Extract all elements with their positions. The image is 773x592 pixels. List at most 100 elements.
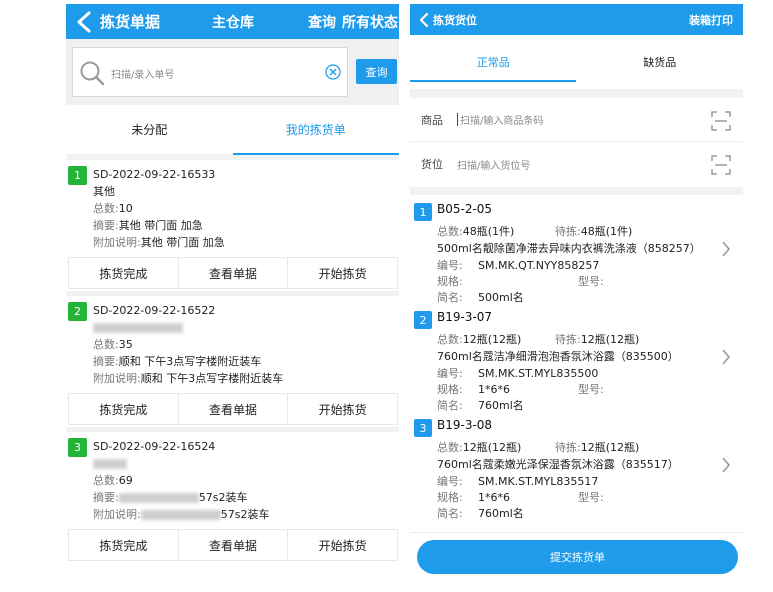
order-customer-redacted <box>93 455 399 472</box>
product-spec: 1*6*6 <box>478 491 510 504</box>
view-order-button[interactable]: 查看单据 <box>177 394 288 424</box>
spec-label: 规格: <box>437 275 463 288</box>
order-actions: 拣货完成 查看单据 开始拣货 <box>68 257 399 289</box>
order-index-badge: 2 <box>68 302 87 321</box>
order-total: 10 <box>118 202 133 215</box>
submit-picking-button[interactable]: 提交拣货单 <box>417 540 738 574</box>
order-id: SD-2022-09-22-16524 <box>93 440 216 453</box>
start-picking-button[interactable]: 开始拣货 <box>287 530 399 560</box>
location-list: 1 B05-2-05 总数:48瓶(1件) 待拣:48瓶(1件) 500ml名靓… <box>410 187 743 520</box>
product-short-name: 760ml名 <box>478 507 524 520</box>
code-label: 编号: <box>437 259 463 272</box>
tab-out-of-stock[interactable]: 缺货品 <box>577 35 744 89</box>
item-index-badge: 3 <box>414 419 432 437</box>
total-label: 总数: <box>437 333 463 346</box>
view-order-button[interactable]: 查看单据 <box>177 530 288 560</box>
location-item[interactable]: 3 B19-3-08 总数:12瓶(12瓶) 待拣:12瓶(12瓶) 760ml… <box>410 411 743 520</box>
product-label: 商品 <box>421 113 443 127</box>
note-label: 附加说明: <box>93 508 141 521</box>
item-index-badge: 2 <box>414 311 432 329</box>
item-total: 48瓶(1件) <box>462 225 515 238</box>
back-arrow-icon[interactable] <box>417 12 431 28</box>
order-summary: 其他 带门面 加急 <box>118 219 203 232</box>
view-order-button[interactable]: 查看单据 <box>177 258 288 288</box>
redacted-text <box>93 459 127 469</box>
warehouse-selector[interactable]: 主仓库 <box>212 12 254 32</box>
chevron-right-icon <box>722 349 731 365</box>
pending-label: 待拣: <box>555 333 581 346</box>
picking-orders-screen: 拣货单据 主仓库 查询 所有状态 扫描/录入单号 查询 未分配 我的拣货单 1 … <box>66 4 399 592</box>
back-arrow-icon[interactable] <box>74 11 96 33</box>
location-item[interactable]: 2 B19-3-07 总数:12瓶(12瓶) 待拣:12瓶(12瓶) 760ml… <box>410 303 743 412</box>
product-name: 760ml名蔻柔嫩光泽保湿香氛沐浴露（835517） <box>437 458 679 471</box>
order-id: SD-2022-09-22-16522 <box>93 304 216 317</box>
tab-unassigned[interactable]: 未分配 <box>66 105 233 154</box>
start-picking-button[interactable]: 开始拣货 <box>287 258 399 288</box>
short-name-label: 简名: <box>437 507 463 520</box>
redacted-text <box>118 493 199 503</box>
pending-label: 待拣: <box>555 441 581 454</box>
order-index-badge: 3 <box>68 438 87 457</box>
location-label: 货位 <box>421 158 443 171</box>
redacted-text <box>93 323 183 333</box>
product-scan-field: 商品 扫描/输入商品条码 <box>410 98 743 142</box>
query-button[interactable]: 查询 <box>308 12 336 32</box>
location-code: B19-3-07 <box>437 310 493 324</box>
page-title: 拣货货位 <box>433 13 477 27</box>
product-name: 760ml名蔻洁净细滑泡泡香氛沐浴露（835500） <box>437 350 679 363</box>
redacted-text <box>140 510 221 520</box>
item-pending: 12瓶(12瓶) <box>580 441 640 454</box>
note-label: 附加说明: <box>93 372 141 385</box>
order-summary: 顺和 下午3点写字楼附近装车 <box>118 355 262 368</box>
order-card: 3 SD-2022-09-22-16524 总数:69 摘要: 57s2装车 附加… <box>66 427 399 561</box>
scan-icon[interactable] <box>711 155 731 175</box>
item-total: 12瓶(12瓶) <box>462 441 522 454</box>
start-picking-button[interactable]: 开始拣货 <box>287 394 399 424</box>
left-header: 拣货单据 主仓库 查询 所有状态 <box>66 4 399 39</box>
clear-icon[interactable] <box>325 64 341 80</box>
goods-tabs: 正常品 缺货品 <box>410 35 743 89</box>
chevron-right-icon <box>722 457 731 473</box>
order-total: 35 <box>118 338 133 351</box>
order-actions: 拣货完成 查看单据 开始拣货 <box>68 393 399 425</box>
order-customer-redacted <box>93 319 399 336</box>
total-label: 总数: <box>93 474 119 487</box>
location-input[interactable]: 扫描/输入货位号 <box>457 157 530 172</box>
total-label: 总数: <box>93 202 119 215</box>
search-input[interactable]: 扫描/录入单号 <box>72 47 348 97</box>
location-item[interactable]: 1 B05-2-05 总数:48瓶(1件) 待拣:48瓶(1件) 500ml名靓… <box>410 195 743 304</box>
picking-complete-button[interactable]: 拣货完成 <box>68 530 178 560</box>
product-name: 500ml名靓除菌净滞去异味内衣裤洗涤液（858257） <box>437 242 701 255</box>
active-tab-indicator <box>410 80 576 82</box>
submit-bar: 提交拣货单 <box>410 532 743 592</box>
order-note: 其他 带门面 加急 <box>140 236 225 249</box>
text-cursor <box>457 113 458 126</box>
summary-label: 摘要: <box>93 491 119 504</box>
picking-complete-button[interactable]: 拣货完成 <box>68 394 178 424</box>
order-card: 2 SD-2022-09-22-16522 总数:35 摘要:顺和 下午3点写字… <box>66 291 399 425</box>
page-title: 拣货单据 <box>100 13 161 31</box>
scan-icon[interactable] <box>711 111 731 131</box>
tab-my-orders[interactable]: 我的拣货单 <box>233 105 400 154</box>
status-filter[interactable]: 所有状态 <box>342 12 398 32</box>
product-barcode-input[interactable]: 扫描/输入商品条码 <box>460 112 543 127</box>
order-customer: 其他 <box>93 185 115 198</box>
item-index-badge: 1 <box>414 203 432 221</box>
picking-locations-screen: 拣货货位 装箱打印 正常品 缺货品 商品 扫描/输入商品条码 货位 扫描/输入货… <box>410 4 743 592</box>
chevron-right-icon <box>722 241 731 257</box>
divider <box>410 89 743 98</box>
note-label: 附加说明: <box>93 236 141 249</box>
order-index-badge: 1 <box>68 166 87 185</box>
pack-print-button[interactable]: 装箱打印 <box>689 12 733 28</box>
picking-complete-button[interactable]: 拣货完成 <box>68 258 178 288</box>
total-label: 总数: <box>93 338 119 351</box>
search-button[interactable]: 查询 <box>356 59 397 84</box>
pending-label: 待拣: <box>555 225 581 238</box>
code-label: 编号: <box>437 367 463 380</box>
order-summary: 57s2装车 <box>198 491 248 504</box>
order-tabs: 未分配 我的拣货单 <box>66 105 399 155</box>
search-placeholder: 扫描/录入单号 <box>111 70 175 81</box>
item-pending: 48瓶(1件) <box>580 225 633 238</box>
product-code: SM.MK.ST.MYL835517 <box>478 475 599 488</box>
spec-label: 规格: <box>437 491 463 504</box>
